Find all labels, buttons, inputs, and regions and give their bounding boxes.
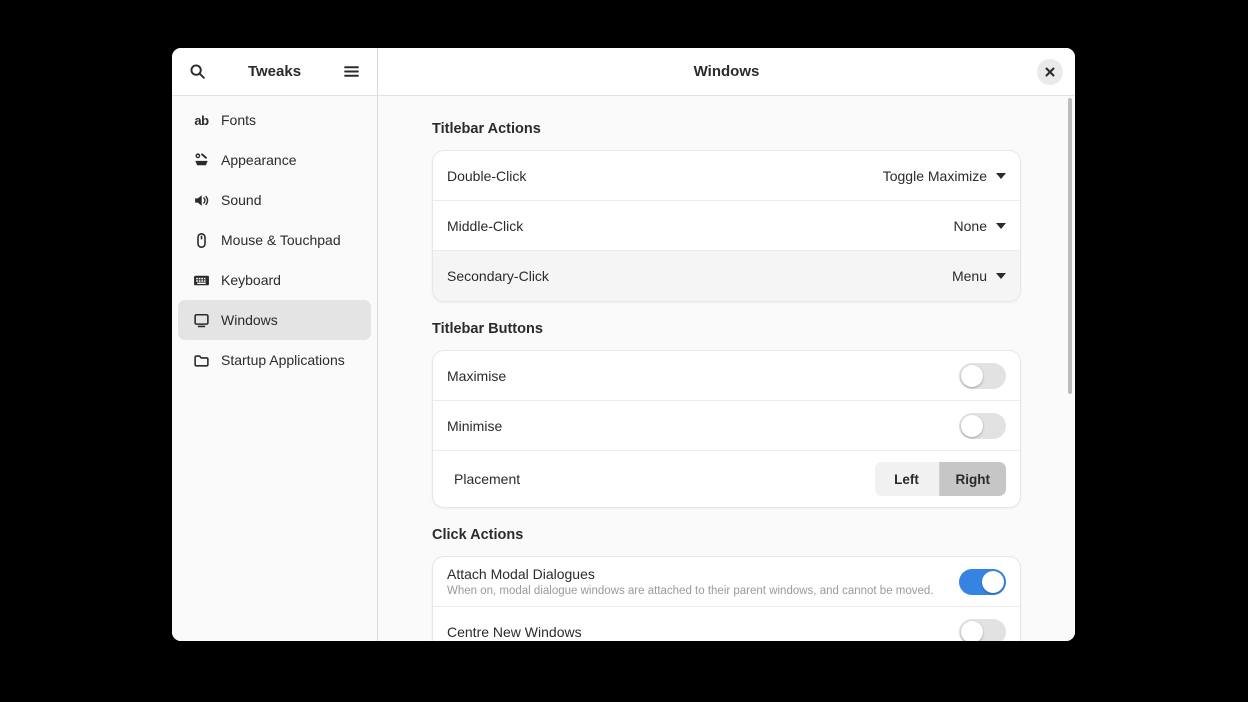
middle-click-dropdown[interactable]: None [954,218,1006,234]
chevron-down-icon [996,273,1006,279]
placement-right-button[interactable]: Right [939,462,1007,496]
content-header: Windows [378,48,1075,96]
row-placement: Placement Left Right [433,451,1020,507]
placement-left-button[interactable]: Left [875,462,939,496]
sidebar-item-label: Appearance [221,152,297,168]
sound-icon [193,192,210,209]
dropdown-value: Toggle Maximize [883,168,987,184]
titlebar-buttons-card: Maximise Minimise Placement Left Right [432,350,1021,508]
section-heading-titlebar-buttons: Titlebar Buttons [432,321,1021,337]
row-label: Centre New Windows [447,624,959,640]
sidebar-item-windows[interactable]: Windows [178,300,371,340]
sidebar-item-startup-applications[interactable]: Startup Applications [178,340,371,380]
row-label: Maximise [447,368,959,384]
maximise-toggle[interactable] [959,363,1006,389]
search-icon [189,63,206,80]
sidebar-item-label: Keyboard [221,272,281,288]
sidebar: ab Fonts Appearance Sound [172,96,378,641]
row-double-click[interactable]: Double-Click Toggle Maximize [433,151,1020,201]
row-maximise: Maximise [433,351,1020,401]
chevron-down-icon [996,223,1006,229]
row-centre-new-windows: Centre New Windows [433,607,1020,641]
vertical-scrollbar[interactable] [1068,98,1072,394]
click-actions-card: Attach Modal Dialogues When on, modal di… [432,556,1021,641]
dropdown-value: Menu [952,268,987,284]
mouse-icon [193,232,210,249]
toggle-knob [961,415,983,437]
windows-icon [193,312,210,329]
row-label: Middle-Click [447,218,954,234]
settings-page-windows: Titlebar Actions Double-Click Toggle Max… [378,96,1075,641]
section-heading-titlebar-actions: Titlebar Actions [432,121,1021,137]
row-middle-click[interactable]: Middle-Click None [433,201,1020,251]
sidebar-header: Tweaks [172,48,378,96]
row-label: Secondary-Click [447,268,952,284]
double-click-dropdown[interactable]: Toggle Maximize [883,168,1006,184]
sidebar-title: Tweaks [248,63,301,80]
sidebar-item-mouse-touchpad[interactable]: Mouse & Touchpad [178,220,371,260]
row-label: Double-Click [447,168,883,184]
row-subtitle: When on, modal dialogue windows are atta… [447,585,959,597]
dropdown-value: None [954,218,987,234]
row-label: Attach Modal Dialogues [447,566,959,582]
hamburger-menu-icon [343,63,360,80]
placement-segmented-control: Left Right [875,462,1007,496]
tweaks-window: Tweaks Windows ab Fonts [172,48,1075,641]
row-minimise: Minimise [433,401,1020,451]
sidebar-item-label: Windows [221,312,278,328]
search-button[interactable] [187,61,208,82]
row-text: Attach Modal Dialogues When on, modal di… [447,558,959,605]
menu-button[interactable] [341,61,362,82]
sidebar-item-label: Sound [221,192,261,208]
folder-icon [193,352,210,369]
appearance-icon [193,152,210,169]
minimise-toggle[interactable] [959,413,1006,439]
fonts-icon: ab [193,112,210,129]
sidebar-item-sound[interactable]: Sound [178,180,371,220]
sidebar-item-label: Startup Applications [221,352,345,368]
attach-modal-dialogues-toggle[interactable] [959,569,1006,595]
sidebar-item-label: Mouse & Touchpad [221,232,341,248]
page-title: Windows [694,63,760,80]
sidebar-item-keyboard[interactable]: Keyboard [178,260,371,300]
close-icon [1044,66,1056,78]
keyboard-icon [193,272,210,289]
centre-new-windows-toggle[interactable] [959,619,1006,641]
row-attach-modal-dialogues: Attach Modal Dialogues When on, modal di… [433,557,1020,607]
row-label: Minimise [447,418,959,434]
chevron-down-icon [996,173,1006,179]
sidebar-item-appearance[interactable]: Appearance [178,140,371,180]
close-button[interactable] [1037,59,1063,85]
row-label: Placement [447,471,875,487]
row-secondary-click[interactable]: Secondary-Click Menu [433,251,1020,301]
sidebar-item-label: Fonts [221,112,256,128]
secondary-click-dropdown[interactable]: Menu [952,268,1006,284]
section-heading-click-actions: Click Actions [432,527,1021,543]
toggle-knob [961,365,983,387]
sidebar-item-fonts[interactable]: ab Fonts [178,100,371,140]
toggle-knob [982,571,1004,593]
toggle-knob [961,621,983,641]
titlebar-actions-card: Double-Click Toggle Maximize Middle-Clic… [432,150,1021,302]
content-pane: Titlebar Actions Double-Click Toggle Max… [378,96,1075,641]
